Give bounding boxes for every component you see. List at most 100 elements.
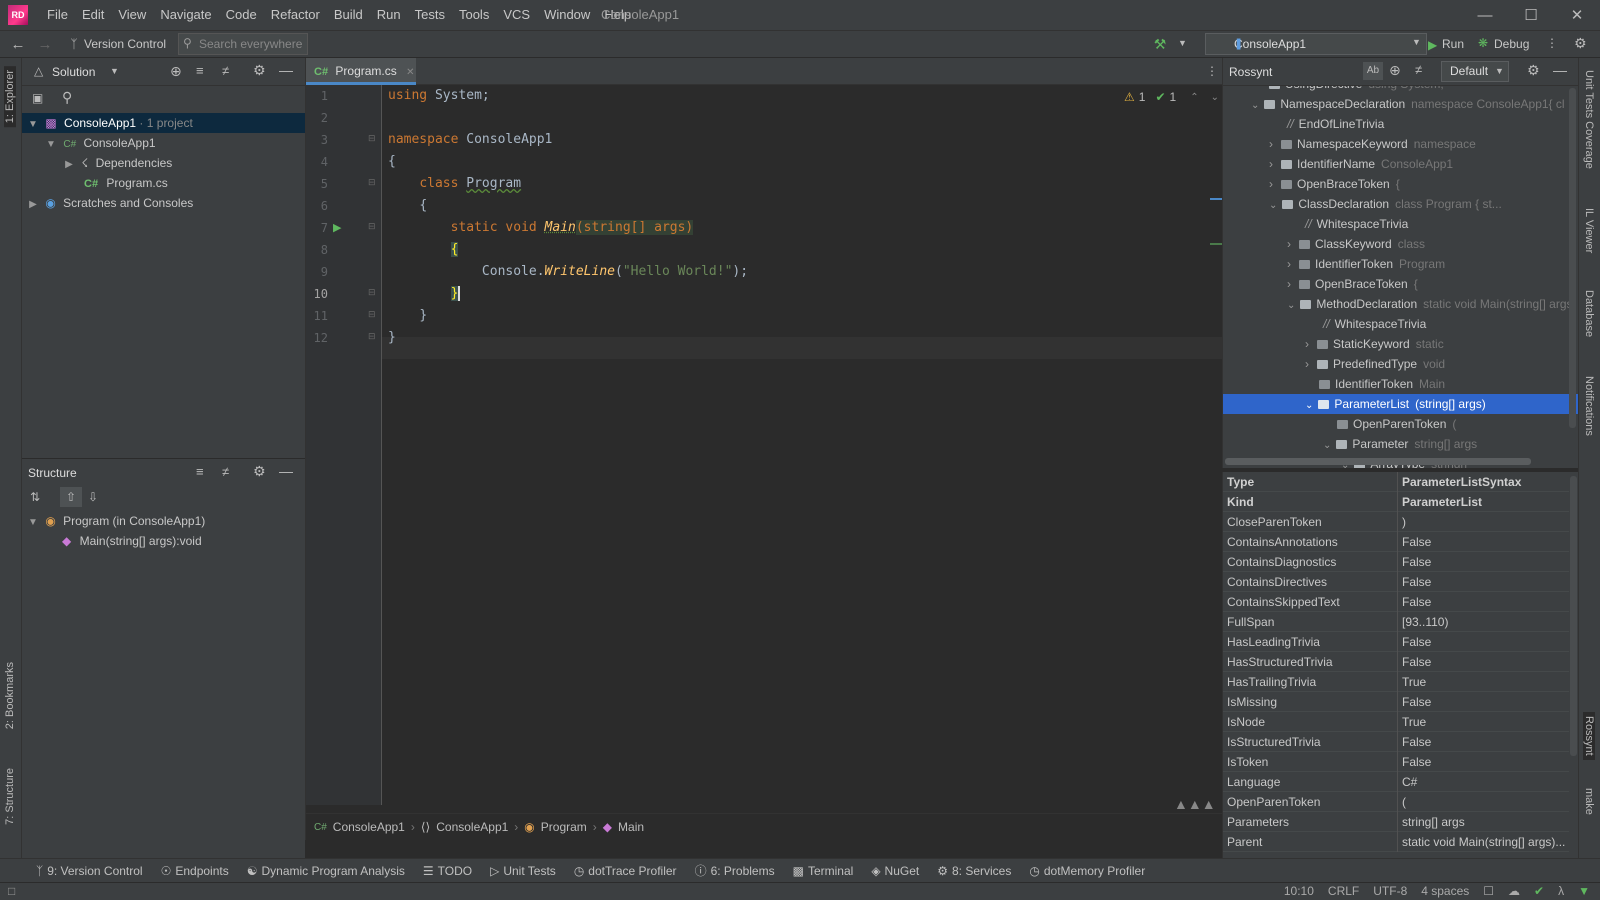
syntax-node[interactable]: IdentifierToken Main: [1223, 374, 1578, 394]
chevron-right-icon[interactable]: ›: [1287, 257, 1291, 271]
inspection-shield-icon[interactable]: ▼: [1578, 884, 1590, 898]
code-line-1[interactable]: using System;: [388, 85, 490, 107]
chevron-down-icon[interactable]: ▼: [26, 115, 40, 135]
table-row[interactable]: Parameters string[] args: [1223, 812, 1569, 832]
tree-item-solution[interactable]: ▼ ▩ ConsoleApp1 · 1 project: [22, 113, 305, 133]
code-line-8[interactable]: {: [388, 239, 459, 261]
code-line-11[interactable]: }: [388, 305, 427, 327]
table-row[interactable]: HasLeadingTrivia False: [1223, 632, 1569, 652]
chevron-right-icon[interactable]: ›: [1287, 237, 1291, 251]
tree-item-program-cs[interactable]: C# Program.cs: [22, 173, 305, 193]
rossynt-stripe-tab[interactable]: Rossynt: [1583, 712, 1595, 760]
syntax-node[interactable]: › ClassKeyword class: [1223, 234, 1578, 254]
menu-build[interactable]: Build: [327, 0, 370, 30]
text-mode-icon[interactable]: Ab: [1363, 62, 1383, 80]
table-row[interactable]: OpenParenToken (: [1223, 792, 1569, 812]
syntax-node[interactable]: // EndOfLineTrivia: [1223, 114, 1578, 134]
expand-all-icon[interactable]: ≡: [196, 63, 204, 78]
code-vision-icon[interactable]: λ: [1558, 884, 1564, 898]
debug-button[interactable]: Debug: [1494, 37, 1529, 51]
syntax-node[interactable]: › OpenBraceToken {: [1223, 274, 1578, 294]
lock-icon[interactable]: ☐: [1483, 884, 1494, 898]
horizontal-scrollbar[interactable]: [1225, 458, 1531, 465]
toolwindow-dottrace[interactable]: ◷ dotTrace Profiler: [574, 864, 677, 878]
syntax-node[interactable]: › NamespaceKeyword namespace: [1223, 134, 1578, 154]
toolwindow-dpa[interactable]: ☯ Dynamic Program Analysis: [247, 864, 405, 878]
syntax-node[interactable]: // WhitespaceTrivia: [1223, 214, 1578, 234]
table-row[interactable]: CloseParenToken): [1223, 512, 1569, 532]
layout-toggle-icon[interactable]: □: [8, 884, 15, 898]
chevron-down-icon[interactable]: ⌄: [1269, 200, 1277, 211]
breadcrumb-item[interactable]: Program: [541, 820, 587, 834]
breadcrumb-item[interactable]: Main: [618, 820, 644, 834]
run-method-gutter-icon[interactable]: ▶: [333, 221, 341, 234]
syntax-node[interactable]: ⌄ NamespaceDeclaration namespace ConsoleAp…: [1223, 94, 1578, 114]
toolwindow-version-control[interactable]: ᛉ 9: Version Control: [36, 864, 143, 878]
toolwindow-endpoints[interactable]: ☉ Endpoints: [161, 864, 229, 878]
table-row[interactable]: IsStructuredTrivia False: [1223, 732, 1569, 752]
fold-marker-icon[interactable]: ⊟: [368, 287, 376, 298]
search-everywhere-input[interactable]: Search everywhere: [178, 33, 308, 55]
chevron-down-icon[interactable]: ⌄: [1305, 400, 1313, 411]
version-control-label[interactable]: Version Control: [84, 37, 166, 51]
syntax-node[interactable]: OpenParenToken (: [1223, 414, 1578, 434]
prev-highlight-icon[interactable]: ⌃: [1190, 92, 1198, 103]
syntax-node[interactable]: ⌄ ClassDeclaration class Program { st...: [1223, 194, 1578, 214]
menu-window[interactable]: Window: [537, 0, 597, 30]
bookmarks-stripe-tab[interactable]: 2: Bookmarks: [4, 662, 16, 729]
vertical-scrollbar[interactable]: [1569, 88, 1576, 428]
chevron-down-icon[interactable]: ⌄: [1323, 440, 1331, 451]
breadcrumb-item[interactable]: ConsoleApp1: [333, 820, 405, 834]
table-row[interactable]: HasTrailingTrivia True: [1223, 672, 1569, 692]
toolwindow-problems[interactable]: ⓘ 6: Problems: [695, 862, 775, 879]
next-highlight-icon[interactable]: ⌄: [1211, 92, 1219, 103]
code-line-12[interactable]: }: [388, 327, 396, 349]
show-all-files-icon[interactable]: ▣: [32, 91, 43, 105]
locate-target-icon[interactable]: ⊕: [1389, 62, 1401, 79]
file-encoding[interactable]: UTF-8: [1373, 884, 1407, 898]
toolwindow-todo[interactable]: ☰ TODO: [423, 864, 472, 878]
structure-item-main[interactable]: ◆ Main(string[] args):void: [22, 531, 305, 551]
structure-settings-gear-icon[interactable]: ⚙: [253, 463, 266, 480]
explorer-mode-dropdown-icon[interactable]: ▼: [110, 66, 119, 76]
tree-item-project[interactable]: ▼ C# ConsoleApp1: [22, 133, 305, 153]
sort-alphabetically-icon[interactable]: ⇅: [30, 490, 40, 504]
fold-marker-icon[interactable]: ⊟: [368, 177, 376, 188]
rossynt-settings-gear-icon[interactable]: ⚙: [1527, 62, 1540, 79]
fold-marker-icon[interactable]: ⊟: [368, 221, 376, 232]
status-ok-icon[interactable]: ✔: [1534, 884, 1544, 898]
menu-tools[interactable]: Tools: [452, 0, 496, 30]
menu-vcs[interactable]: VCS: [496, 0, 537, 30]
chevron-right-icon[interactable]: ›: [1269, 137, 1273, 151]
table-row[interactable]: Kind ParameterList: [1223, 492, 1569, 512]
tab-program-cs[interactable]: C# Program.cs ✕: [306, 58, 416, 85]
syntax-node[interactable]: › OpenBraceToken {: [1223, 174, 1578, 194]
menu-view[interactable]: View: [111, 0, 153, 30]
caret-position[interactable]: 10:10: [1284, 884, 1314, 898]
table-row[interactable]: FullSpan [93..110): [1223, 612, 1569, 632]
database-stripe-tab[interactable]: Database: [1583, 290, 1595, 337]
line-separator[interactable]: CRLF: [1328, 884, 1359, 898]
table-row[interactable]: IsNode True: [1223, 712, 1569, 732]
toolwindow-services[interactable]: ⚙ 8: Services: [937, 864, 1011, 878]
cloud-icon[interactable]: ☁: [1508, 884, 1520, 898]
syntax-node[interactable]: › StaticKeyword static: [1223, 334, 1578, 354]
more-vertical-icon[interactable]: ⋮: [1546, 36, 1558, 50]
chevron-down-icon[interactable]: ⌄: [1287, 300, 1295, 311]
structure-item-program[interactable]: ▼ ◉ Program (in ConsoleApp1): [22, 511, 305, 531]
table-row[interactable]: ContainsDiagnostics False: [1223, 552, 1569, 572]
menu-edit[interactable]: Edit: [75, 0, 111, 30]
toolwindow-nuget[interactable]: ◈ NuGet: [871, 864, 919, 878]
syntax-node[interactable]: ⌄ MethodDeclaration static void Main(strin…: [1223, 294, 1578, 314]
chevron-down-icon[interactable]: ▼: [26, 513, 40, 533]
explorer-settings-gear-icon[interactable]: ⚙: [253, 62, 266, 79]
code-line-5[interactable]: class Program: [388, 173, 521, 195]
toolwindow-dotmemory[interactable]: ◷ dotMemory Profiler: [1029, 864, 1145, 878]
minimize-button[interactable]: —: [1462, 0, 1508, 30]
table-row[interactable]: Language C#: [1223, 772, 1569, 792]
syntax-node[interactable]: // WhitespaceTrivia: [1223, 314, 1578, 334]
fold-marker-icon[interactable]: ⊟: [368, 309, 376, 320]
code-line-9[interactable]: Console.WriteLine("Hello World!");: [388, 261, 748, 283]
autoscroll-to-source-icon[interactable]: ⇧: [60, 487, 82, 507]
hide-panel-icon[interactable]: —: [279, 463, 293, 479]
